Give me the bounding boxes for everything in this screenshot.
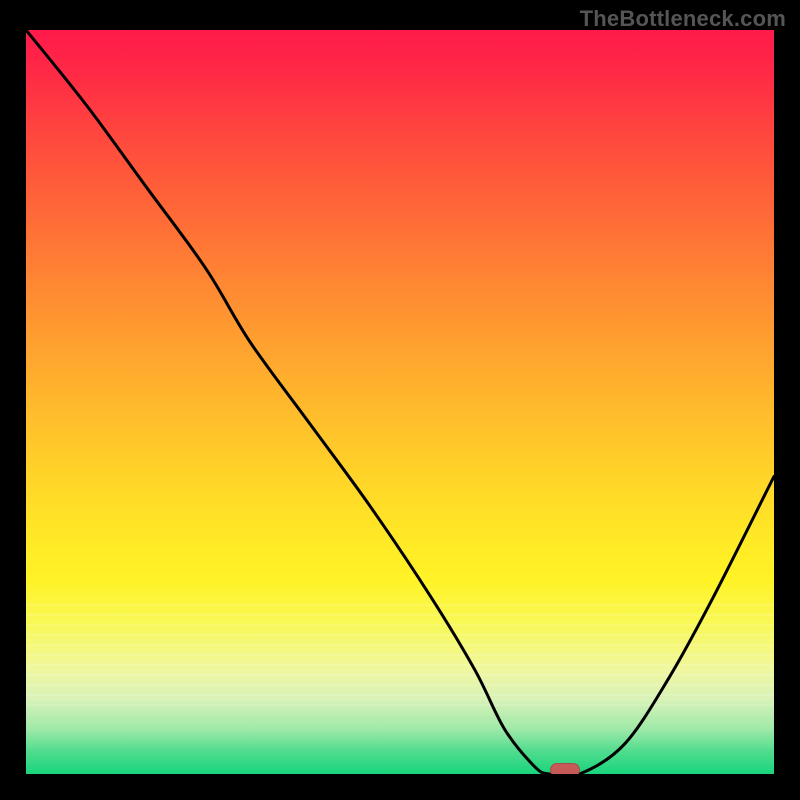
bottleneck-curve	[26, 30, 774, 774]
optimal-point-marker	[550, 763, 580, 774]
plot-area	[26, 30, 774, 774]
watermark-text: TheBottleneck.com	[580, 6, 786, 32]
bottleneck-curve-path	[26, 30, 774, 774]
chart-frame: TheBottleneck.com	[0, 0, 800, 800]
